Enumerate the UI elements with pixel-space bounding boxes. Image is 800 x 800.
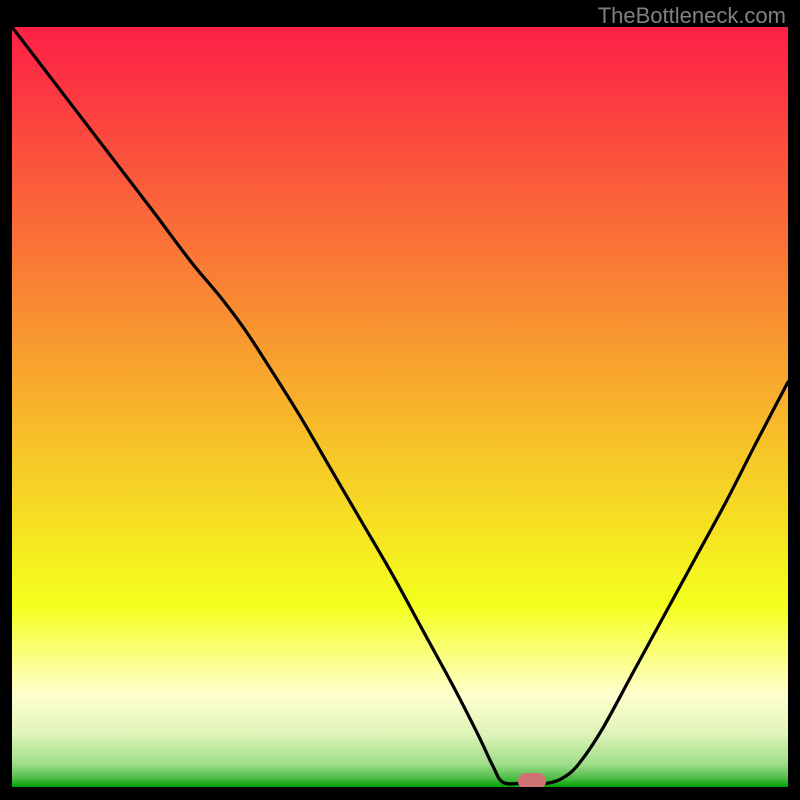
attribution-label: TheBottleneck.com — [598, 3, 786, 29]
chart-frame: TheBottleneck.com — [0, 0, 800, 800]
plot-area — [12, 27, 788, 787]
bottleneck-curve — [12, 27, 788, 787]
optimal-marker — [518, 773, 547, 787]
